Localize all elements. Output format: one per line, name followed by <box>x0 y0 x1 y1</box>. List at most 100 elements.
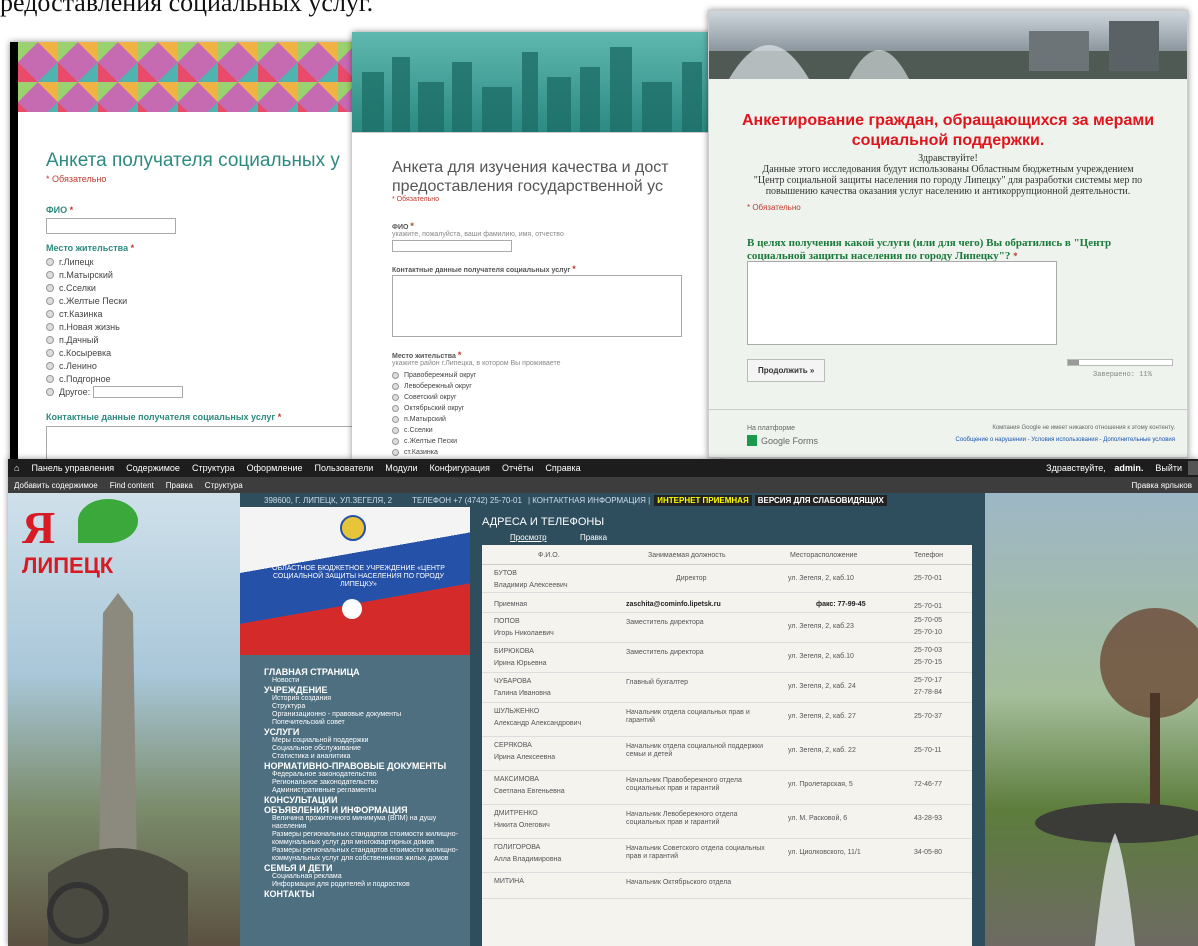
radio-button[interactable] <box>46 374 54 383</box>
toolbar-menu-item[interactable]: Содержимое <box>120 463 186 473</box>
shortcut-link[interactable]: Правка <box>160 481 199 490</box>
nav-section-heading[interactable]: НОРМАТИВНО-ПРАВОВЫЕ ДОКУМЕНТЫ <box>264 761 464 771</box>
contact-textarea[interactable] <box>392 275 682 337</box>
tab-edit[interactable]: Правка <box>580 533 607 542</box>
toolbar-toggle-icon[interactable] <box>1188 461 1198 475</box>
survey-title-line2: социальной поддержки. <box>851 132 1045 149</box>
shortcut-bar: Добавить содержимое Find content Правка Стр… <box>8 477 1198 493</box>
nav-item-label: Социальное обслуживание <box>272 745 361 752</box>
position-text: Начальник Правобережного отдела социальн… <box>626 777 742 792</box>
radio-button[interactable] <box>46 296 54 305</box>
nav-item[interactable]: Региональное законодательство <box>264 779 464 787</box>
tab-view[interactable]: Просмотр <box>510 533 547 542</box>
contact-textarea[interactable] <box>46 426 376 462</box>
fio-input[interactable] <box>392 240 512 252</box>
radio-other[interactable] <box>46 388 54 396</box>
question-line1: В целях получения какой услуги (или для … <box>747 237 1112 249</box>
nav-section-heading[interactable]: ОБЪЯВЛЕНИЯ И ИНФОРМАЦИЯ <box>264 805 464 815</box>
radio-button[interactable] <box>46 348 54 357</box>
person-surname: БИРЮКОВА <box>494 648 534 655</box>
radio-button[interactable] <box>46 335 54 344</box>
radio-button[interactable] <box>392 427 399 434</box>
edit-shortcuts-link[interactable]: Правка ярлыков <box>1126 481 1198 490</box>
nav-item[interactable]: Новости <box>264 677 464 685</box>
nav-item[interactable]: Величина прожиточного минимума (ВПМ) на … <box>264 815 464 831</box>
nav-item[interactable]: Размеры региональных стандартов стоимост… <box>264 847 464 863</box>
nav-item-label: История создания <box>272 695 332 702</box>
toolbar-menu-item[interactable]: Панель управления <box>25 463 120 473</box>
emblem-icon <box>340 515 366 541</box>
contact-info-link[interactable]: | КОНТАКТНАЯ ИНФОРМАЦИЯ | <box>522 496 650 505</box>
radio-option: с.Ленино <box>46 359 127 372</box>
phone-number: 25-70-37 <box>914 713 943 720</box>
footer-links[interactable]: Сообщение о нарушении - Условия использо… <box>956 437 1175 443</box>
radio-option: Октябрьский округ <box>392 403 476 414</box>
table-row: МИТИНА Начальник Октябрьского отдела <box>482 873 972 899</box>
nav-section-heading[interactable]: УСЛУГИ <box>264 727 464 737</box>
shortcut-link[interactable]: Добавить содержимое <box>8 481 104 490</box>
toolbar-menu-item[interactable]: Отчёты <box>496 463 539 473</box>
right-photo <box>985 493 1198 946</box>
nav-item[interactable]: История создания <box>264 695 464 703</box>
low-vision-link[interactable]: ВЕРСИЯ ДЛЯ СЛАБОВИДЯЩИХ <box>754 494 887 506</box>
radio-button[interactable] <box>46 361 54 370</box>
nav-item-label: Статистика и аналитика <box>272 753 351 760</box>
radio-button[interactable] <box>392 416 399 423</box>
radio-button[interactable] <box>392 394 399 401</box>
nav-item[interactable]: Меры социальной поддержки <box>264 737 464 745</box>
reception-link[interactable]: ИНТЕРНЕТ ПРИЕМНАЯ <box>654 494 752 506</box>
radio-button[interactable] <box>46 322 54 331</box>
nav-item[interactable]: Попечительский совет <box>264 719 464 727</box>
nav-section-heading[interactable]: КОНСУЛЬТАЦИИ <box>264 795 464 805</box>
radio-button[interactable] <box>46 309 54 318</box>
toolbar-menu-item[interactable]: Структура <box>186 463 241 473</box>
radio-button[interactable] <box>392 372 399 379</box>
nav-item[interactable]: Социальное обслуживание <box>264 745 464 753</box>
home-icon[interactable]: ⌂ <box>8 463 25 473</box>
intro-line3: повышению качества оказания услуг населе… <box>765 186 1131 197</box>
radio-option: п.Матырский <box>46 268 127 281</box>
nav-item[interactable]: Информация для родителей и подростков <box>264 881 464 889</box>
radio-label: п.Матырский <box>59 269 113 280</box>
admin-toolbar: ⌂ Панель управления Содержимое Структура Оф… <box>8 459 1198 477</box>
person-surname: ЧУБАРОВА <box>494 678 532 685</box>
continue-button[interactable]: Продолжить » <box>747 359 826 382</box>
radio-button[interactable] <box>392 405 399 412</box>
fio-input[interactable] <box>46 218 176 234</box>
radio-button[interactable] <box>46 257 54 266</box>
other-input[interactable] <box>93 386 184 398</box>
toolbar-menu-item[interactable]: Справка <box>539 463 586 473</box>
col-position: Занимаемая должность <box>648 552 726 559</box>
position-text: Начальник Октябрьского отдела <box>626 879 732 886</box>
toolbar-menu-item[interactable]: Оформление <box>241 463 309 473</box>
nav-item[interactable]: Размеры региональных стандартов стоимост… <box>264 831 464 847</box>
radio-button[interactable] <box>392 449 399 456</box>
shortcut-link[interactable]: Find content <box>104 481 160 490</box>
form-screenshot-3: Анкетирование граждан, обращающихся за м… <box>708 10 1188 458</box>
nav-section-heading[interactable]: УЧРЕЖДЕНИЕ <box>264 685 464 695</box>
radio-option: с.Желтые Пески <box>46 294 127 307</box>
nav-item[interactable]: Структура <box>264 703 464 711</box>
nav-item[interactable]: Федеральное законодательство <box>264 771 464 779</box>
radio-button[interactable] <box>46 283 54 292</box>
radio-button[interactable] <box>392 383 399 390</box>
required-note: * Обязательно <box>747 203 801 212</box>
nav-item[interactable]: Статистика и аналитика <box>264 753 464 761</box>
nav-section-heading[interactable]: КОНТАКТЫ <box>264 889 464 899</box>
radio-button[interactable] <box>392 438 399 445</box>
nav-item-label: Размеры региональных стандартов стоимост… <box>272 831 458 846</box>
greeting: Здравствуйте! <box>918 153 978 164</box>
shortcut-link[interactable]: Структура <box>199 481 249 490</box>
toolbar-menu-item[interactable]: Конфигурация <box>424 463 496 473</box>
answer-textarea[interactable] <box>747 261 1057 345</box>
radio-button[interactable] <box>46 270 54 279</box>
nav-item[interactable]: Социальная реклама <box>264 873 464 881</box>
nav-section-heading[interactable]: СЕМЬЯ И ДЕТИ <box>264 863 464 873</box>
nav-item[interactable]: Административные регламенты <box>264 787 464 795</box>
nav-section-heading[interactable]: ГЛАВНАЯ СТРАНИЦА <box>264 667 464 677</box>
nav-item[interactable]: Организационно - правовые документы <box>264 711 464 719</box>
toolbar-menu-item[interactable]: Модули <box>379 463 423 473</box>
toolbar-menu-item[interactable]: Пользователи <box>309 463 380 473</box>
nav-item-label: Структура <box>272 703 306 710</box>
logout-link[interactable]: Выйти <box>1149 463 1188 473</box>
